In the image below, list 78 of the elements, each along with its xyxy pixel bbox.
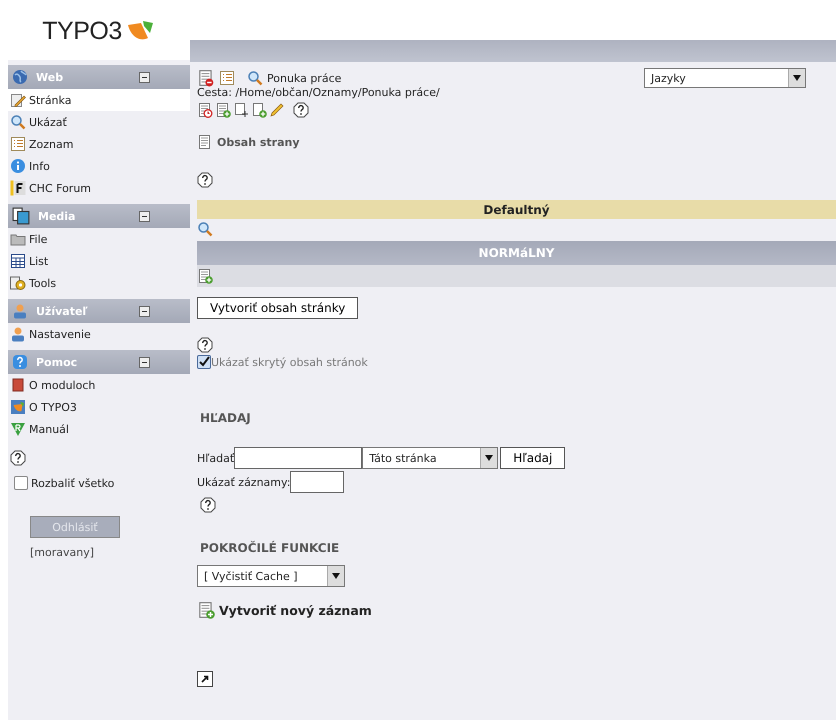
move-page-icon — [233, 102, 249, 118]
globe-icon — [12, 69, 28, 85]
search-button[interactable]: Hľadaj — [500, 447, 566, 469]
caret-icon — [793, 75, 801, 81]
pencil-icon — [269, 102, 285, 118]
page-history-icon — [197, 102, 213, 118]
media-icon — [12, 207, 30, 225]
help-icon[interactable] — [10, 450, 26, 466]
column-header: NORMáLNY — [197, 241, 836, 265]
help-icon[interactable] — [197, 172, 213, 188]
page-icon — [197, 134, 213, 150]
new-record-link[interactable]: Vytvoriť nový záznam — [219, 602, 372, 618]
collapse-toggle[interactable] — [139, 210, 150, 222]
group-title: Web — [36, 70, 64, 84]
section-heading: POKROČILÉ FUNKCIE — [200, 541, 340, 555]
menu-item[interactable]: Ukázať — [8, 111, 190, 133]
collapse-toggle[interactable] — [139, 356, 150, 368]
list-icon — [10, 136, 26, 152]
page-title: Ponuka práce — [267, 72, 342, 84]
breadcrumb-path: Cesta: /Home/občan/Oznamy/Ponuka práce/ — [197, 86, 441, 99]
search-icon — [10, 114, 26, 130]
new-content-icon — [197, 268, 213, 284]
search-icon — [197, 221, 213, 237]
page-delete-icon — [197, 69, 215, 87]
create-content-button[interactable]: Vytvoriť obsah stránky — [197, 297, 358, 319]
user-icon — [10, 326, 26, 342]
records-label: Ukázať záznamy: — [197, 476, 290, 488]
help-icon — [12, 354, 28, 370]
menu-item[interactable]: O moduloch — [8, 374, 190, 396]
menu-item[interactable]: Tools — [8, 272, 190, 294]
new-page-icon — [251, 102, 267, 118]
logo-text: TYPO3 — [42, 16, 122, 46]
search-label: Hľadať — [197, 452, 234, 464]
help-icon[interactable] — [293, 102, 309, 118]
collapse-toggle[interactable] — [139, 72, 150, 82]
table-icon — [10, 253, 26, 269]
caret-icon — [332, 573, 340, 579]
section-heading: HĽADAJ — [200, 411, 252, 425]
info-icon — [10, 158, 26, 174]
help-icon[interactable] — [197, 337, 213, 353]
menu-item[interactable]: Info — [8, 155, 190, 177]
checkbox[interactable] — [14, 476, 28, 490]
book-icon — [10, 377, 26, 393]
triangle-icon — [10, 421, 26, 437]
group-title: Pomoc — [36, 356, 78, 368]
help-icon[interactable] — [200, 497, 216, 513]
list-icon — [219, 70, 235, 86]
caret-icon — [485, 455, 494, 461]
section-title: Obsah strany — [217, 136, 300, 148]
menu-item[interactable]: Zoznam — [8, 133, 190, 155]
cache-select[interactable]: [ Vyčistiť Cache ] — [197, 565, 345, 587]
menu-item[interactable]: Manuál — [8, 418, 190, 440]
menu-item[interactable]: Nastavenie — [8, 323, 190, 345]
menu-item[interactable]: File — [8, 228, 190, 250]
collapse-toggle[interactable] — [139, 306, 150, 316]
checkbox[interactable] — [197, 355, 211, 369]
language-bar: Defaultný — [197, 200, 836, 219]
new-record-icon — [215, 102, 231, 118]
checkbox-label: Rozbaliť všetko — [31, 476, 114, 490]
menu-item[interactable]: CHC Forum — [8, 177, 190, 199]
checkbox-label: Ukázať skrytý obsah stránok — [211, 356, 368, 368]
group-title: Media — [38, 210, 76, 222]
search-icon — [247, 70, 263, 86]
search-field[interactable] — [234, 447, 362, 469]
menu-item[interactable]: Stránka — [8, 89, 190, 111]
menu-item[interactable]: List — [8, 250, 190, 272]
logo-icon — [10, 399, 26, 415]
group-title: Užívateľ — [36, 304, 89, 318]
username: [moravany] — [30, 546, 96, 559]
new-record-icon — [197, 601, 215, 619]
records-field[interactable] — [290, 471, 344, 493]
shortcut-icon[interactable] — [197, 671, 213, 687]
forum-icon — [10, 180, 26, 196]
menu-item[interactable]: O TYPO3 — [8, 396, 190, 418]
language-select[interactable]: Jazyky — [644, 68, 806, 88]
scope-select[interactable]: Táto stránka — [362, 447, 498, 469]
page-edit-icon — [10, 92, 26, 108]
user-icon — [12, 303, 28, 319]
